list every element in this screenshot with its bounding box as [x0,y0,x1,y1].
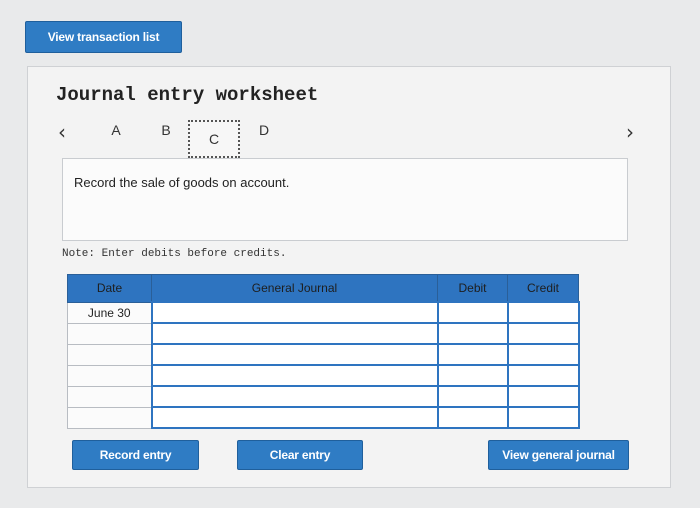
view-general-journal-button[interactable]: View general journal [488,440,629,470]
debit-input[interactable] [436,322,509,345]
table-row [67,322,580,345]
note-text: Note: Enter debits before credits. [62,248,287,260]
credit-input[interactable] [506,406,580,429]
date-cell [67,364,152,387]
tab-c[interactable]: C [188,120,240,158]
tab-d[interactable]: D [246,116,282,144]
tab-a[interactable]: A [98,116,134,144]
table-row [67,406,580,429]
date-cell [67,385,152,408]
account-input[interactable] [150,322,439,345]
description-box [62,158,628,241]
date-cell: June 30 [67,301,152,324]
header-date: Date [67,274,152,303]
chevron-left-icon[interactable]: ‹ [58,120,66,144]
date-cell [67,343,152,366]
tab-b[interactable]: B [148,116,184,144]
description-text: Record the sale of goods on account. [74,175,290,190]
credit-input[interactable] [506,385,580,408]
date-cell [67,322,152,345]
credit-input[interactable] [506,322,580,345]
debit-input[interactable] [436,364,509,387]
debit-input[interactable] [436,301,509,324]
credit-input[interactable] [506,364,580,387]
worksheet-title: Journal entry worksheet [56,84,319,106]
table-row: June 30 [67,301,580,324]
date-cell [67,406,152,429]
journal-table: Date General Journal Debit Credit June 3… [67,274,580,429]
account-input[interactable] [150,406,439,429]
account-input[interactable] [150,301,439,324]
account-input[interactable] [150,364,439,387]
table-row [67,385,580,408]
account-input[interactable] [150,385,439,408]
debit-input[interactable] [436,406,509,429]
view-transaction-list-button[interactable]: View transaction list [25,21,182,53]
header-credit: Credit [507,274,579,303]
debit-input[interactable] [436,343,509,366]
header-general-journal: General Journal [151,274,438,303]
header-debit: Debit [437,274,508,303]
table-row [67,343,580,366]
clear-entry-button[interactable]: Clear entry [237,440,363,470]
credit-input[interactable] [506,343,580,366]
table-header-row: Date General Journal Debit Credit [67,274,579,303]
chevron-right-icon[interactable]: › [626,120,634,144]
account-input[interactable] [150,343,439,366]
table-row [67,364,580,387]
debit-input[interactable] [436,385,509,408]
credit-input[interactable] [506,301,580,324]
record-entry-button[interactable]: Record entry [72,440,199,470]
